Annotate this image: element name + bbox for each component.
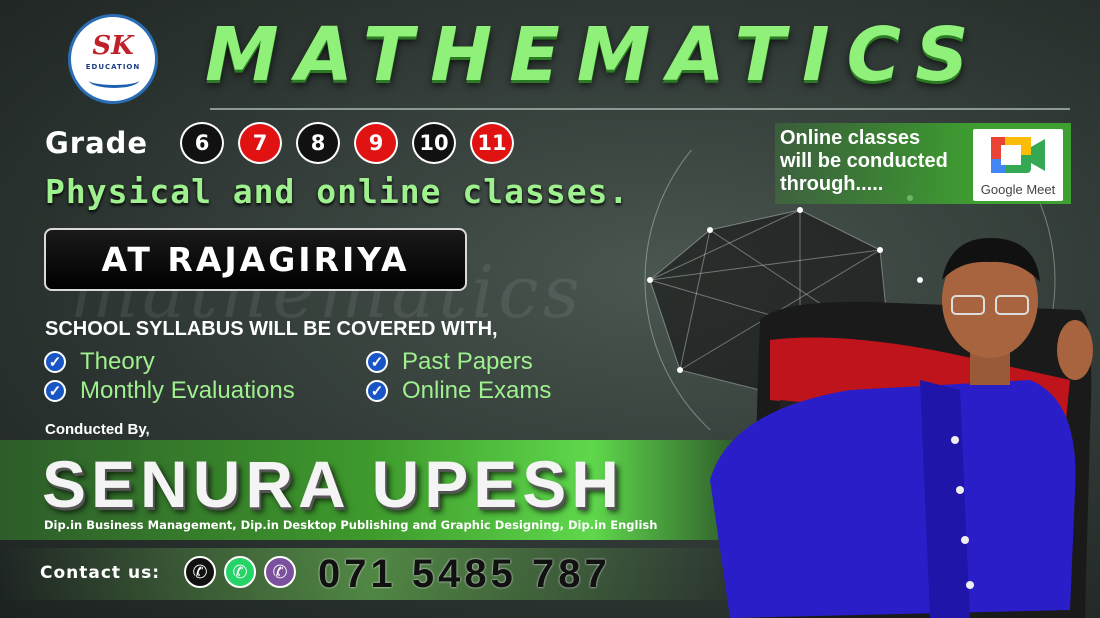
feature-label: Monthly Evaluations [80,377,295,404]
syllabus-heading: SCHOOL SYLLABUS WILL BE COVERED WITH, [45,318,498,340]
feature-label: Online Exams [402,377,552,404]
check-icon: ✓ [366,380,388,402]
online-line-1: Online classes [780,127,921,149]
grade-badge-10: 10 [412,122,456,164]
location-box: AT RAJAGIRIYA [44,228,467,291]
google-meet-label: Google Meet [980,182,1056,197]
online-line-3: through..... [780,173,884,195]
book-icon [89,73,139,88]
feature-item: ✓ Online Exams [366,377,551,405]
feature-item: ✓ Theory [44,348,155,376]
teacher-photo [710,238,1093,618]
logo-subtext: EDUCATION [85,63,141,71]
page-title: MATHEMATICS [205,12,986,98]
whatsapp-icon: ✆ [224,556,256,588]
online-classes-text: Online classes will be conducted through… [780,127,948,196]
location-text: AT RAJAGIRIYA [101,240,410,279]
teacher-qualifications: Dip.in Business Management, Dip.in Deskt… [44,518,658,532]
grade-badge-11: 11 [470,122,514,164]
online-line-2: will be conducted [780,150,948,172]
teacher-name: SENURA UPESH [42,447,624,521]
grade-label: Grade [45,126,149,160]
grade-badges: 6 7 8 9 10 11 [180,122,514,164]
logo-text: SK [92,31,134,61]
grade-badge-8: 8 [296,122,340,164]
tagline: Physical and online classes. [45,172,630,211]
google-meet-logo: Google Meet [973,129,1063,201]
online-classes-box: Online classes will be conducted through… [775,123,1071,204]
viber-icon: ✆ [264,556,296,588]
check-icon: ✓ [44,351,66,373]
title-divider [210,108,1070,110]
google-meet-icon [991,137,1045,173]
check-icon: ✓ [366,351,388,373]
feature-label: Theory [80,348,155,375]
grade-badge-6: 6 [180,122,224,164]
feature-item: ✓ Monthly Evaluations [44,377,295,405]
contact-icons: ✆ ✆ ✆ [184,556,296,588]
feature-label: Past Papers [402,348,533,375]
feature-item: ✓ Past Papers [366,348,533,376]
conducted-by-label: Conducted By, [45,421,150,438]
phone-icon: ✆ [184,556,216,588]
check-icon: ✓ [44,380,66,402]
contact-label: Contact us: [40,563,160,583]
phone-number: 071 5485 787 [318,552,611,596]
sk-education-logo: SK EDUCATION [68,14,158,104]
grade-badge-7: 7 [238,122,282,164]
grade-badge-9: 9 [354,122,398,164]
